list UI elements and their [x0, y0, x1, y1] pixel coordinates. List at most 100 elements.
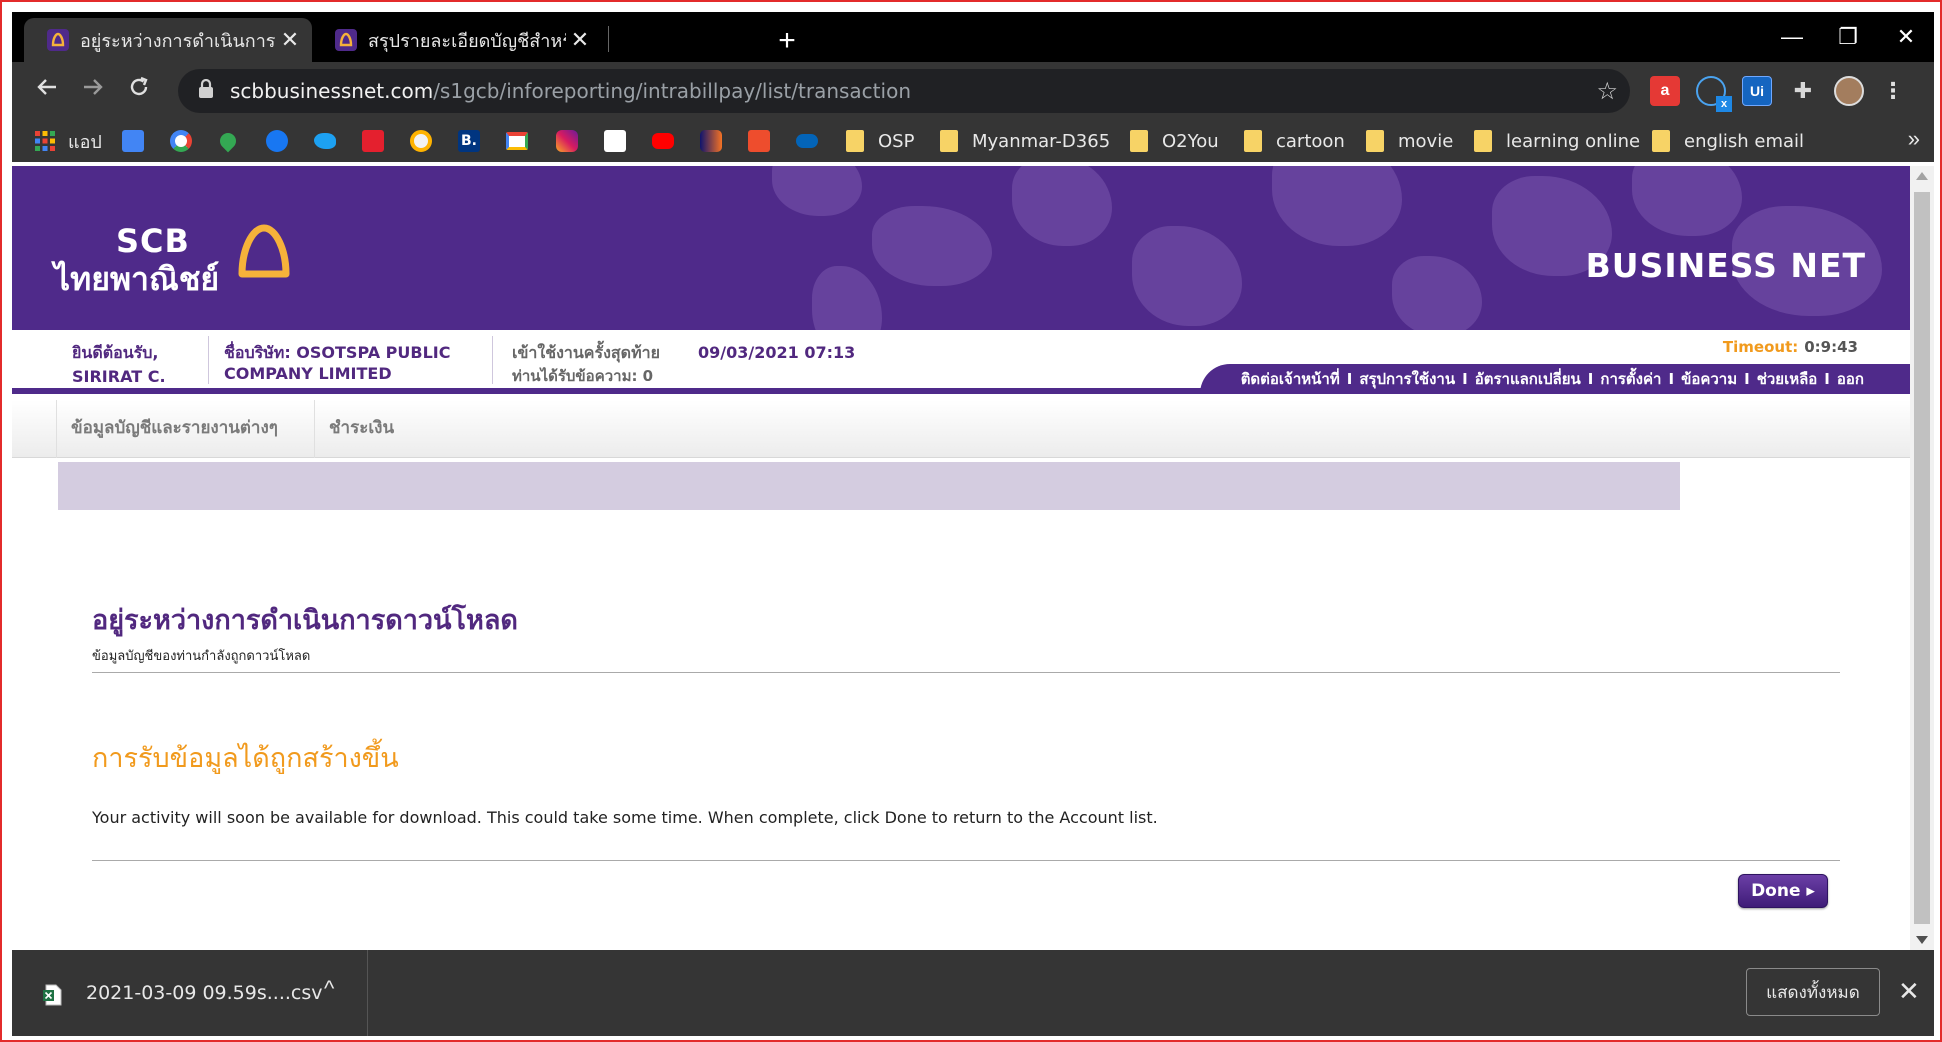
translate-icon — [122, 130, 144, 152]
google-translate-bookmark[interactable] — [122, 128, 144, 154]
menu-settings[interactable]: การตั้งค่า — [1600, 367, 1661, 391]
status-heading: การรับข้อมูลได้ถูกสร้างขึ้น — [92, 743, 399, 774]
menu-separator: I — [1668, 370, 1675, 388]
last-login-label: เข้าใช้งานครั้งสุดท้าย — [512, 343, 660, 362]
bookmark-folder-learning[interactable]: learning online — [1474, 128, 1640, 154]
onedrive-bookmark[interactable] — [796, 128, 818, 154]
folder-label: Myanmar-D365 — [972, 130, 1111, 152]
google-bookmark[interactable] — [170, 128, 192, 154]
onedrive-icon — [796, 134, 818, 148]
company-name: ชื่อบริษัท: OSOTSPA PUBLIC — [224, 343, 451, 362]
scb-favicon-icon — [334, 28, 358, 52]
gmail-bookmark[interactable] — [506, 128, 528, 154]
apps-bookmark[interactable]: แอป — [34, 128, 102, 154]
menu-contact[interactable]: ติดต่อเจ้าหน้าที่ — [1241, 367, 1340, 391]
facebook-bookmark[interactable] — [266, 128, 288, 154]
lock-icon[interactable] — [198, 78, 218, 104]
extensions-puzzle-icon[interactable]: ✚ — [1788, 76, 1818, 106]
nav-accounts-reports[interactable]: ข้อมูลบัญชีและรายงานต่างๆ — [56, 400, 292, 458]
menu-logout[interactable]: ออก — [1837, 367, 1864, 391]
welcome-label: ยินดีต้อนรับ, — [72, 343, 159, 362]
sub-navigation-bar — [58, 462, 1680, 510]
extension-a-icon[interactable]: a — [1650, 76, 1680, 106]
close-tab-icon[interactable]: ✕ — [276, 28, 304, 53]
menu-separator: I — [1462, 370, 1468, 388]
youtube-icon — [652, 133, 674, 149]
menu-messages[interactable]: ข้อความ — [1681, 367, 1737, 391]
extension-timer-icon[interactable]: x — [1696, 76, 1732, 112]
browser-menu-icon[interactable]: ⋮ — [1878, 76, 1908, 106]
smiley-bookmark[interactable] — [410, 128, 432, 154]
tab-inactive[interactable]: สรุปรายละเอียดบัญชีสำหรับบริษัท - SC ✕ — [312, 18, 602, 62]
page-subtitle: ข้อมูลบัญชีของท่านกำลังถูกดาวน์โหลด — [92, 649, 311, 664]
lazada-bookmark[interactable] — [700, 128, 722, 154]
bookmark-folder-myanmar[interactable]: Myanmar-D365 — [940, 128, 1110, 154]
profile-avatar[interactable] — [1834, 76, 1864, 106]
folder-label: O2You — [1162, 130, 1219, 152]
new-tab-button[interactable]: + — [770, 24, 804, 58]
menu-separator: I — [1587, 370, 1594, 388]
restore-button[interactable]: ❐ — [1820, 20, 1876, 54]
banner-pattern — [1392, 256, 1482, 330]
shopee-bookmark[interactable] — [748, 128, 770, 154]
bookmark-folder-o2you[interactable]: O2You — [1130, 128, 1219, 154]
main-navigation: ข้อมูลบัญชีและรายงานต่างๆ ชำระเงิน — [12, 400, 1910, 458]
info-divider — [492, 336, 493, 384]
screenshot-frame: อยู่ระหว่างการดำเนินการดาวน์โหลด - S ✕ ส… — [0, 0, 1942, 1042]
reload-icon[interactable] — [122, 74, 156, 108]
window-close-button[interactable]: ✕ — [1878, 20, 1934, 54]
page-scrollbar[interactable] — [1910, 166, 1934, 950]
instagram-bookmark[interactable] — [556, 128, 578, 154]
url-path: /s1gcb/inforeporting/intrabillpay/list/t… — [433, 79, 911, 103]
forward-arrow-icon[interactable] — [76, 74, 110, 108]
menu-exchange-rate[interactable]: อัตราแลกเปลี่ยน — [1475, 367, 1581, 391]
info-divider — [208, 336, 209, 384]
menu-usage-summary[interactable]: สรุปการใช้งาน — [1359, 367, 1455, 391]
close-tab-icon[interactable]: ✕ — [566, 28, 594, 53]
user-name: SIRIRAT C. — [72, 367, 166, 386]
folder-icon — [1474, 130, 1492, 152]
shopee-icon — [748, 130, 770, 152]
folder-icon — [1652, 130, 1670, 152]
done-button[interactable]: Done ▸ — [1738, 874, 1828, 908]
address-bar[interactable]: scbbusinessnet.com/s1gcb/inforeporting/i… — [178, 69, 1630, 113]
title-divider — [92, 672, 1840, 673]
url-text[interactable]: scbbusinessnet.com/s1gcb/inforeporting/i… — [230, 79, 911, 103]
business-net-title: BUSINESS NET — [1585, 246, 1866, 285]
extension-ui-icon[interactable]: Ui — [1742, 76, 1772, 106]
scroll-up-arrow-icon[interactable] — [1916, 172, 1928, 180]
tab-active[interactable]: อยู่ระหว่างการดำเนินการดาวน์โหลด - S ✕ — [24, 18, 312, 62]
scroll-thumb[interactable] — [1914, 192, 1930, 924]
bookmarks-overflow-icon[interactable]: » — [1908, 126, 1920, 152]
scroll-down-arrow-icon[interactable] — [1916, 936, 1928, 944]
download-item[interactable]: 2021-03-09 09.59s....csv ^ — [12, 950, 368, 1036]
youtube-bookmark[interactable] — [652, 128, 674, 154]
menu-help[interactable]: ช่วยเหลือ — [1757, 367, 1818, 391]
timeout-label: Timeout: — [1722, 338, 1799, 356]
bookmark-folder-osp[interactable]: OSP — [846, 128, 914, 154]
bookmark-star-icon[interactable]: ☆ — [1596, 77, 1618, 106]
browser-titlebar: อยู่ระหว่างการดำเนินการดาวน์โหลด - S ✕ ส… — [12, 12, 1934, 62]
company-name-line2: COMPANY LIMITED — [224, 364, 392, 383]
back-arrow-icon[interactable] — [30, 74, 64, 108]
twitter-bookmark[interactable] — [314, 128, 336, 154]
booking-bookmark[interactable]: B. — [458, 128, 480, 154]
bookmark-folder-cartoon[interactable]: cartoon — [1244, 128, 1345, 154]
download-filename: 2021-03-09 09.59s....csv — [86, 982, 323, 1004]
bookmark-folder-movie[interactable]: movie — [1366, 128, 1453, 154]
gmail-icon — [506, 132, 528, 150]
bookmark-folder-english-email[interactable]: english email — [1652, 128, 1804, 154]
tab-divider — [608, 26, 609, 52]
show-all-downloads-button[interactable]: แสดงทั้งหมด — [1746, 968, 1880, 1016]
banner-pattern — [812, 266, 882, 330]
airasia-bookmark[interactable] — [362, 128, 384, 154]
close-shelf-icon[interactable]: ✕ — [1898, 976, 1920, 1007]
nav-payments[interactable]: ชำระเงิน — [314, 400, 408, 458]
minimize-button[interactable]: — — [1764, 20, 1820, 54]
chevron-up-icon[interactable]: ^ — [324, 976, 334, 1002]
status-message: Your activity will soon be available for… — [92, 808, 1158, 827]
maps-bookmark[interactable] — [216, 128, 240, 154]
bookmarks-bar: แอป B. OSP Myanmar-D365 O2You cartoon mo… — [12, 120, 1934, 162]
play-store-bookmark[interactable] — [604, 128, 626, 154]
google-icon — [170, 130, 192, 152]
